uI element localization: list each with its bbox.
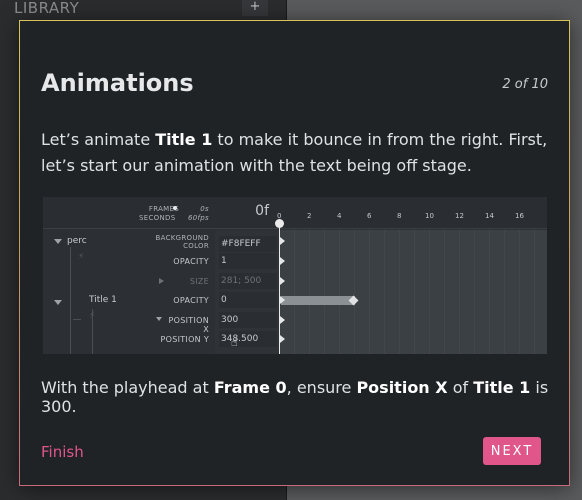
frame-tick: 14	[485, 212, 494, 220]
modal-title: Animations	[41, 69, 194, 97]
keyframe-marker[interactable]	[280, 316, 285, 324]
prop-label: OPACITY	[173, 296, 209, 305]
keyframe-grid	[279, 230, 547, 354]
frame-tick: 10	[425, 212, 434, 220]
background-color-value[interactable]: #F8FEFF	[219, 236, 277, 252]
frame-tick: 16	[515, 212, 524, 220]
playhead-line[interactable]	[279, 219, 280, 354]
seconds-label: SECONDS	[139, 214, 176, 222]
seconds-value: 0s	[200, 205, 209, 213]
prop-label: OPACITY	[173, 257, 209, 266]
step-counter: 2 of 10	[502, 77, 548, 92]
frame-tick: 4	[337, 212, 342, 220]
fps-value: 60fps	[188, 214, 209, 222]
collapse-caret-icon[interactable]	[54, 239, 62, 244]
instruction-text: With the playhead at Frame 0, ensure Pos…	[41, 378, 549, 416]
tree-line	[73, 319, 81, 320]
timeline-illustration: FRAMES SECONDS 0s 60fps 0f 0 2 4 6 8 10 …	[43, 197, 547, 354]
frame-tick: 6	[367, 212, 372, 220]
keyframe-marker[interactable]	[280, 237, 285, 245]
finish-link[interactable]: Finish	[41, 443, 84, 461]
keyframe-marker[interactable]	[280, 335, 285, 343]
prop-label: COLOR	[183, 242, 209, 250]
frame-readout: 0f	[255, 203, 269, 219]
tutorial-modal: Animations 2 of 10 Let’s animate Title 1…	[19, 20, 570, 486]
library-heading: LIBRARY	[14, 0, 80, 17]
layer-name-title-1[interactable]: Title 1	[89, 295, 117, 305]
layer-name-perc[interactable]: perc	[67, 236, 87, 246]
lightning-icon: ⚡	[89, 311, 96, 321]
opacity-value[interactable]: 1	[219, 253, 277, 269]
prop-label: SIZE	[189, 277, 209, 286]
hand-cursor-icon: ☝	[231, 336, 238, 349]
tween-bar[interactable]	[281, 296, 355, 305]
frames-dot	[173, 206, 177, 210]
prop-label: POSITION X	[168, 316, 209, 334]
intro-text: Let’s animate Title 1 to make it bounce …	[41, 130, 548, 175]
keyframe-marker[interactable]	[280, 257, 285, 265]
frame-tick: 8	[397, 212, 402, 220]
opacity-value[interactable]: 0	[219, 292, 277, 308]
size-value[interactable]: 281; 500	[219, 273, 277, 289]
playhead-handle[interactable]	[275, 219, 284, 228]
frame-tick: 12	[455, 212, 464, 220]
keyframe-marker[interactable]	[280, 277, 285, 285]
keyframe-marker[interactable]	[280, 296, 285, 304]
tree-line	[70, 247, 71, 354]
prop-label: POSITION Y	[160, 335, 209, 344]
collapse-caret-icon[interactable]	[54, 300, 62, 305]
frame-tick: 2	[307, 212, 312, 220]
position-x-value[interactable]: 300	[219, 312, 277, 328]
position-y-value[interactable]: 348.500	[219, 331, 277, 347]
lightning-icon: ⚡	[78, 252, 85, 262]
collapse-caret-icon[interactable]	[156, 317, 162, 321]
timeline-header	[43, 197, 547, 229]
add-library-button[interactable]: +	[242, 0, 268, 16]
next-button[interactable]: NEXT	[483, 437, 541, 465]
